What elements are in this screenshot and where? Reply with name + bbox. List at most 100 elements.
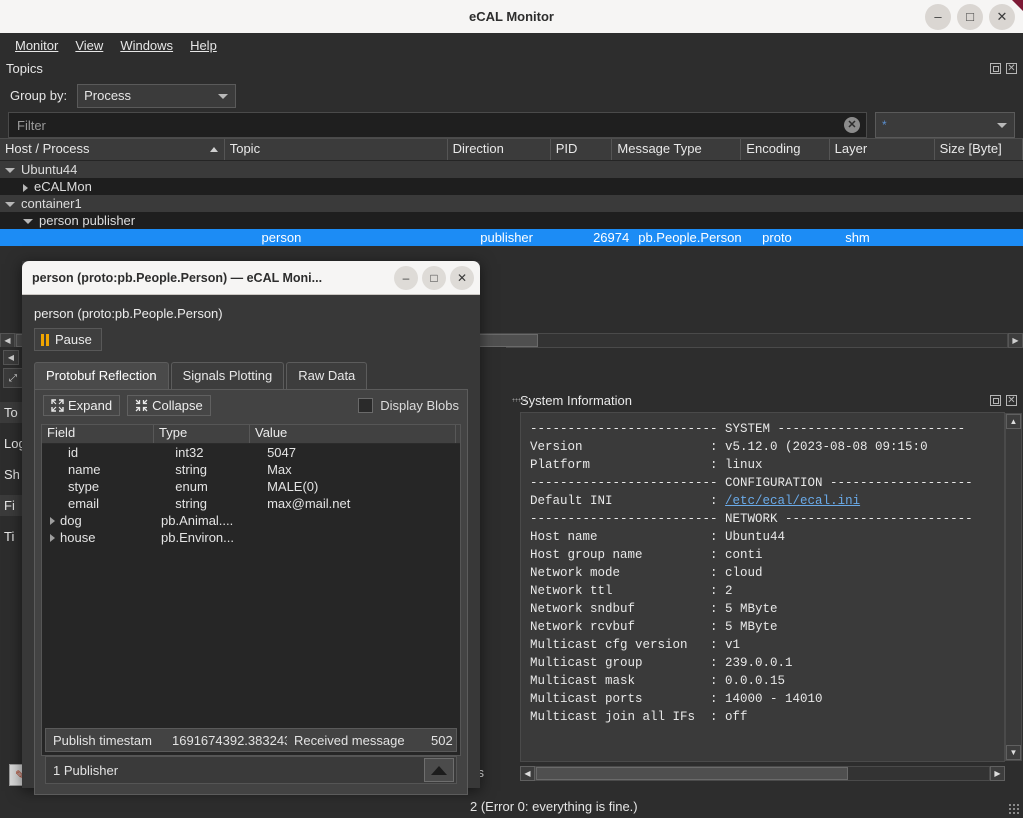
scroll-right-icon[interactable]: ▶ xyxy=(990,766,1005,781)
menu-help[interactable]: Help xyxy=(183,35,224,56)
expand-icon-occluded[interactable]: ⤢ xyxy=(3,368,23,388)
window-controls: – □ ✕ xyxy=(925,0,1015,33)
scroll-down-icon[interactable]: ▼ xyxy=(1006,745,1021,760)
dialog-title: person (proto:pb.People.Person) — eCAL M… xyxy=(32,271,322,285)
chevron-right-icon[interactable] xyxy=(50,534,55,542)
chevron-right-icon[interactable] xyxy=(50,517,55,525)
table-row[interactable]: container1 xyxy=(0,195,1023,212)
column-header-size-byte[interactable]: Size [Byte] xyxy=(935,139,1023,160)
expand-button[interactable]: Expand xyxy=(43,395,120,416)
scroll-to-top-button[interactable] xyxy=(424,758,454,782)
filter-placeholder: Filter xyxy=(17,118,46,133)
column-header-layer[interactable]: Layer xyxy=(830,139,935,160)
window-titlebar: eCAL Monitor – □ ✕ xyxy=(0,0,1023,34)
scroll-left-icon[interactable]: ◀ xyxy=(520,766,535,781)
field-name-label: email xyxy=(68,496,99,511)
fields-table: FieldTypeValue idint325047namestringMaxs… xyxy=(41,424,461,756)
column-header-pid[interactable]: PID xyxy=(551,139,613,160)
tab-raw-data[interactable]: Raw Data xyxy=(286,362,367,389)
field-type-cell: string xyxy=(170,462,262,477)
sysinfo-vscrollbar[interactable]: ▲ ▼ xyxy=(1005,413,1022,761)
column-header-label: Topic xyxy=(230,141,260,156)
scroll-left-icon[interactable]: ◀ xyxy=(0,333,15,348)
menu-windows[interactable]: Windows xyxy=(113,35,180,56)
scroll-right-icon[interactable]: ▶ xyxy=(1008,333,1023,348)
sysinfo-hscroll-track[interactable] xyxy=(535,766,990,781)
table-row[interactable]: Ubuntu44 xyxy=(0,161,1023,178)
dialog-maximize-icon[interactable]: □ xyxy=(422,266,446,290)
message-type-cell: pb.People.Person xyxy=(633,230,757,245)
column-header-direction[interactable]: Direction xyxy=(448,139,551,160)
field-type-cell: string xyxy=(170,496,262,511)
group-by-select[interactable]: Process xyxy=(77,84,236,108)
table-row[interactable]: person publisher xyxy=(0,212,1023,229)
chevron-down-icon[interactable] xyxy=(5,202,15,207)
field-row[interactable]: email stringmax@mail.net xyxy=(42,495,460,512)
field-row[interactable]: idint325047 xyxy=(42,444,460,461)
dialog-window-controls: – □ ✕ xyxy=(394,266,480,290)
field-type-cell: pb.Animal.... xyxy=(156,513,251,528)
field-row[interactable]: namestringMax xyxy=(42,461,460,478)
dock-close-icon[interactable] xyxy=(1005,394,1018,407)
sysinfo-line: Multicast mask : 0.0.0.15 xyxy=(530,672,1004,690)
menu-view[interactable]: View xyxy=(68,35,110,56)
sysinfo-hscroll-thumb[interactable] xyxy=(536,767,848,780)
display-blobs-checkbox[interactable] xyxy=(358,398,373,413)
field-value-cell: Max xyxy=(262,462,460,477)
resize-grip[interactable] xyxy=(1008,803,1021,816)
received-message-value: 502 xyxy=(424,733,455,748)
field-column-header-value[interactable]: Value xyxy=(250,425,456,443)
chevron-down-icon[interactable] xyxy=(23,219,33,224)
collapse-button[interactable]: Collapse xyxy=(127,395,211,416)
scroll-left-icon-2[interactable]: ◀ xyxy=(3,350,19,365)
float-icon[interactable] xyxy=(989,62,1002,75)
table-row[interactable]: eCALMon xyxy=(0,178,1023,195)
sysinfo-hscrollbar[interactable]: ◀ ▶ xyxy=(520,766,1005,781)
field-row[interactable]: housepb.Environ... xyxy=(42,529,460,546)
menu-monitor[interactable]: Monitor xyxy=(8,35,65,56)
dialog-status-strip: Publish timestam 1691674392.383243 Recei… xyxy=(45,728,457,752)
expand-label: Expand xyxy=(68,398,112,413)
field-name-cell: stype xyxy=(42,479,170,494)
dock-grip[interactable] xyxy=(512,398,526,402)
field-column-header-field[interactable]: Field xyxy=(42,425,154,443)
tab-protobuf-reflection[interactable]: Protobuf Reflection xyxy=(34,362,169,389)
pause-button[interactable]: Pause xyxy=(34,328,102,351)
topic-cell: person xyxy=(257,230,476,245)
field-row[interactable]: dogpb.Animal.... xyxy=(42,512,460,529)
filter-mode-select[interactable]: * xyxy=(875,112,1015,138)
field-column-header-type[interactable]: Type xyxy=(154,425,250,443)
float-icon[interactable] xyxy=(989,394,1002,407)
column-header-label: Encoding xyxy=(746,141,800,156)
scroll-up-icon[interactable]: ▲ xyxy=(1006,414,1021,429)
column-header-encoding[interactable]: Encoding xyxy=(741,139,829,160)
menu-monitor-label: Monitor xyxy=(15,38,58,53)
reflection-toolbar: Expand Collapse Display Blobs xyxy=(35,390,467,420)
fields-table-header: FieldTypeValue xyxy=(42,425,460,444)
dialog-close-icon[interactable]: ✕ xyxy=(450,266,474,290)
column-header-topic[interactable]: Topic xyxy=(225,139,448,160)
dialog-minimize-icon[interactable]: – xyxy=(394,266,418,290)
host-process-label: eCALMon xyxy=(34,179,92,194)
column-header-host-process[interactable]: Host / Process xyxy=(0,139,225,160)
group-by-value: Process xyxy=(84,88,131,103)
display-blobs-group[interactable]: Display Blobs xyxy=(358,398,459,413)
sysinfo-line: ------------------------- NETWORK ------… xyxy=(530,510,1004,528)
minimize-icon[interactable]: – xyxy=(925,4,951,30)
field-value-cell: max@mail.net xyxy=(262,496,460,511)
filter-mode-value: * xyxy=(882,118,887,132)
chevron-right-icon[interactable] xyxy=(23,184,28,192)
clear-icon[interactable]: ✕ xyxy=(844,117,860,133)
chevron-down-icon[interactable] xyxy=(5,168,15,173)
column-header-message-type[interactable]: Message Type xyxy=(612,139,741,160)
default-ini-link[interactable]: /etc/ecal/ecal.ini xyxy=(725,494,860,508)
system-information-tools xyxy=(989,394,1023,407)
field-type-cell: pb.Environ... xyxy=(156,530,251,545)
dock-close-icon[interactable] xyxy=(1005,62,1018,75)
menu-help-label: Help xyxy=(190,38,217,53)
table-row[interactable]: personpublisher26974pb.People.Personprot… xyxy=(0,229,1023,246)
tab-signals-plotting[interactable]: Signals Plotting xyxy=(171,362,285,389)
filter-input[interactable]: Filter ✕ xyxy=(8,112,867,138)
field-row[interactable]: stypeenumMALE(0) xyxy=(42,478,460,495)
maximize-icon[interactable]: □ xyxy=(957,4,983,30)
